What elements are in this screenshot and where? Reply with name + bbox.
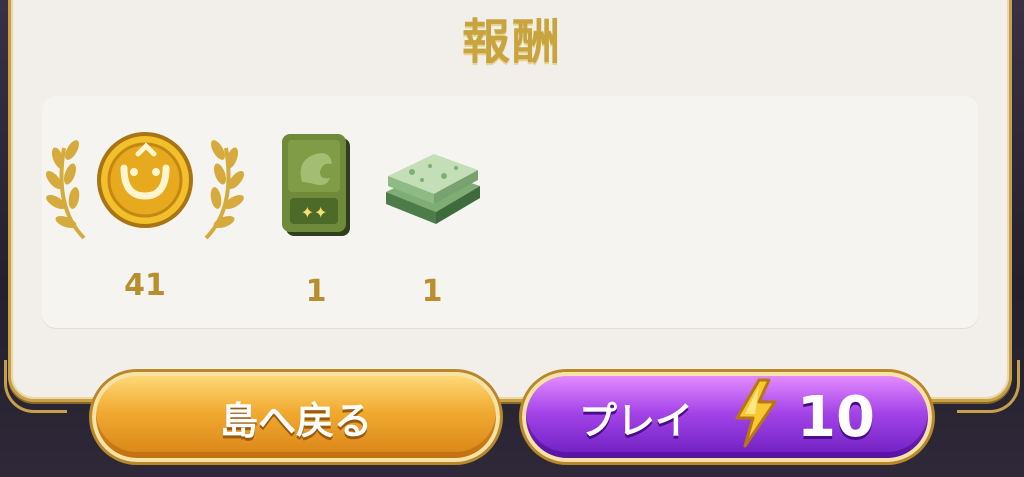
reward-item-green-card[interactable]: ✦✦ — [276, 132, 356, 240]
page-title: 報酬 — [461, 14, 562, 70]
jade-tile-icon — [386, 154, 480, 224]
svg-text:✦✦: ✦✦ — [301, 203, 328, 222]
reward-count-jade-tile: 1 — [421, 274, 443, 309]
green-card-icon: ✦✦ — [282, 134, 350, 236]
panel-ornament-left — [4, 360, 67, 413]
reward-item-jade-tile[interactable] — [382, 146, 482, 226]
play-button[interactable]: プレイ 10 — [522, 372, 932, 462]
reward-count-coin: 41 — [124, 268, 166, 303]
play-label: プレイ — [579, 398, 694, 443]
medal-coin-icon — [45, 132, 245, 240]
play-cost: 10 — [797, 384, 875, 450]
lightning-energy-icon — [731, 378, 779, 457]
return-to-island-label: 島へ戻る — [219, 398, 372, 443]
reward-count-green-card: 1 — [305, 274, 327, 309]
return-to-island-button[interactable]: 島へ戻る — [92, 372, 500, 462]
reward-item-coin[interactable] — [44, 128, 246, 244]
